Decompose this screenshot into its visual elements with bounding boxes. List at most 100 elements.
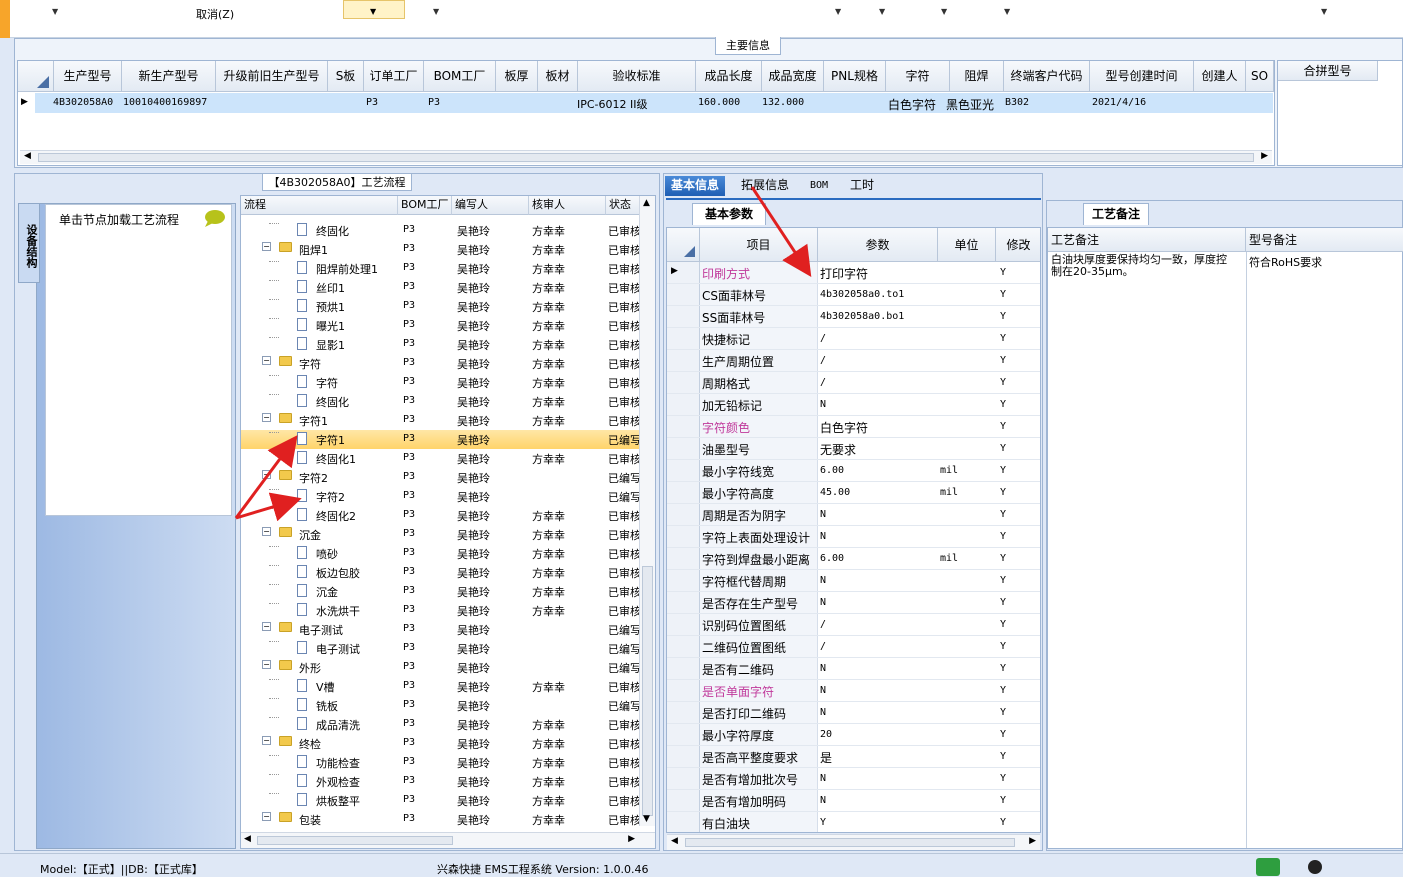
- tab-device-structure[interactable]: 设备结构: [18, 203, 40, 283]
- tree-row[interactable]: − 阻焊1 P3 吴艳玲 方幸幸 已审核: [241, 240, 641, 259]
- param-value[interactable]: 白色字符: [820, 419, 868, 436]
- param-value[interactable]: 打印字符: [820, 265, 868, 282]
- scroll-right-icon[interactable]: ▶: [628, 834, 635, 844]
- tree-row[interactable]: 终固化2 P3 吴艳玲 方幸幸 已审核: [241, 506, 641, 525]
- tree-row[interactable]: 终固化 P3 吴艳玲 方幸幸 已审核: [241, 392, 641, 411]
- param-row[interactable]: 周期格式 / Y: [667, 372, 1040, 394]
- row-header[interactable]: [667, 658, 700, 679]
- tree-row[interactable]: 曝光1 P3 吴艳玲 方幸幸 已审核: [241, 316, 641, 335]
- param-row[interactable]: 最小字符线宽 6.00 mil Y: [667, 460, 1040, 482]
- col-header[interactable]: BOM工厂: [424, 61, 496, 92]
- param-row[interactable]: 周期是否为阴字 N Y: [667, 504, 1040, 526]
- scroll-thumb[interactable]: [642, 566, 653, 816]
- param-value[interactable]: 6.00: [820, 553, 844, 564]
- tab-basic-params[interactable]: 基本参数: [692, 203, 766, 225]
- col-header[interactable]: 流程: [241, 196, 398, 215]
- tree-row[interactable]: 字符1 P3 吴艳玲 已编写: [241, 430, 641, 449]
- row-header[interactable]: [667, 416, 700, 437]
- param-row[interactable]: SS面菲林号 4b302058a0.bo1 Y: [667, 306, 1040, 328]
- tree-row[interactable]: V槽 P3 吴艳玲 方幸幸 已审核: [241, 677, 641, 696]
- col-header[interactable]: 项目: [700, 228, 818, 262]
- process-remark-text[interactable]: 白油块厚度要保持均匀一致，厚度控制在20-35μm。: [1051, 254, 1227, 278]
- model-remark-text[interactable]: 符合RoHS要求: [1249, 254, 1322, 270]
- col-header[interactable]: 创建人: [1194, 61, 1246, 92]
- tree-row[interactable]: 终固化1 P3 吴艳玲 方幸幸 已审核: [241, 449, 641, 468]
- tree-row[interactable]: 字符 P3 吴艳玲 方幸幸 已审核: [241, 373, 641, 392]
- col-header[interactable]: 型号备注: [1246, 228, 1403, 252]
- vertical-scrollbar[interactable]: ▲ ▼: [639, 196, 655, 826]
- col-header[interactable]: S板: [328, 61, 364, 92]
- row-header[interactable]: [667, 768, 700, 789]
- param-value[interactable]: N: [820, 531, 826, 542]
- col-header[interactable]: PNL规格: [824, 61, 886, 92]
- cancel-menu-item[interactable]: 取消(Z): [196, 6, 234, 22]
- param-value[interactable]: N: [820, 773, 826, 784]
- tree-row[interactable]: − 字符1 P3 吴艳玲 方幸幸 已审核: [241, 411, 641, 430]
- param-value[interactable]: 是: [820, 749, 832, 766]
- collapse-icon[interactable]: −: [262, 356, 271, 365]
- param-value[interactable]: N: [820, 509, 826, 520]
- row-header[interactable]: [667, 372, 700, 393]
- param-value[interactable]: /: [820, 377, 826, 388]
- scroll-up-icon[interactable]: ▲: [643, 198, 650, 208]
- row-header[interactable]: [667, 350, 700, 371]
- col-header[interactable]: 状态: [606, 196, 641, 215]
- row-header[interactable]: [667, 614, 700, 635]
- tab-work-hours[interactable]: 工时: [844, 176, 880, 196]
- col-header[interactable]: SO: [1246, 61, 1274, 92]
- dropdown-button[interactable]: ▼: [343, 0, 405, 19]
- param-row[interactable]: 生产周期位置 / Y: [667, 350, 1040, 372]
- tree-row[interactable]: − 包装 P3 吴艳玲 方幸幸 已审核: [241, 810, 641, 829]
- tray-circle-icon[interactable]: [1308, 860, 1322, 874]
- tree-row[interactable]: 喷砂 P3 吴艳玲 方幸幸 已审核: [241, 544, 641, 563]
- param-value[interactable]: N: [820, 399, 826, 410]
- tree-row[interactable]: 沉金 P3 吴艳玲 方幸幸 已审核: [241, 582, 641, 601]
- chevron-down-icon[interactable]: ▼: [1004, 7, 1010, 16]
- param-value[interactable]: 4b302058a0.to1: [820, 289, 904, 300]
- param-value[interactable]: 无要求: [820, 441, 856, 458]
- col-header[interactable]: 生产型号: [54, 61, 122, 92]
- tree-row[interactable]: 成品清洗 P3 吴艳玲 方幸幸 已审核: [241, 715, 641, 734]
- collapse-icon[interactable]: −: [262, 622, 271, 631]
- param-value[interactable]: /: [820, 619, 826, 630]
- row-header[interactable]: [667, 592, 700, 613]
- col-header[interactable]: 工艺备注: [1048, 228, 1246, 252]
- tray-app-icon[interactable]: [1256, 858, 1280, 876]
- param-row[interactable]: 字符颜色 白色字符 Y: [667, 416, 1040, 438]
- scroll-down-icon[interactable]: ▼: [643, 814, 650, 824]
- row-header[interactable]: [667, 724, 700, 745]
- scroll-left-icon[interactable]: ◀: [24, 151, 31, 161]
- param-row[interactable]: 是否打印二维码 N Y: [667, 702, 1040, 724]
- param-value[interactable]: /: [820, 355, 826, 366]
- param-row[interactable]: 油墨型号 无要求 Y: [667, 438, 1040, 460]
- row-header[interactable]: ▶: [667, 262, 700, 283]
- param-row[interactable]: 字符框代替周期 N Y: [667, 570, 1040, 592]
- param-row[interactable]: 快捷标记 / Y: [667, 328, 1040, 350]
- param-row[interactable]: 是否高平整度要求 是 Y: [667, 746, 1040, 768]
- col-header[interactable]: 终端客户代码: [1004, 61, 1090, 92]
- row-header[interactable]: [667, 570, 700, 591]
- param-value[interactable]: N: [820, 663, 826, 674]
- param-row[interactable]: 字符上表面处理设计 N Y: [667, 526, 1040, 548]
- tree-row[interactable]: − 外形 P3 吴艳玲 已编写: [241, 658, 641, 677]
- row-header[interactable]: [667, 746, 700, 767]
- param-value[interactable]: 20: [820, 729, 832, 740]
- row-header[interactable]: [667, 812, 700, 832]
- row-header[interactable]: [667, 790, 700, 811]
- param-row[interactable]: 是否有二维码 N Y: [667, 658, 1040, 680]
- collapse-icon[interactable]: −: [262, 470, 271, 479]
- scroll-left-icon[interactable]: ◀: [244, 834, 251, 844]
- col-header[interactable]: 编写人: [452, 196, 529, 215]
- tree-row[interactable]: 阻焊前处理1 P3 吴艳玲 方幸幸 已审核: [241, 259, 641, 278]
- collapse-icon[interactable]: −: [262, 242, 271, 251]
- tree-row[interactable]: 显影1 P3 吴艳玲 方幸幸 已审核: [241, 335, 641, 354]
- col-header[interactable]: 新生产型号: [122, 61, 216, 92]
- param-row[interactable]: 是否有增加批次号 N Y: [667, 768, 1040, 790]
- col-header[interactable]: 升级前旧生产型号: [216, 61, 328, 92]
- row-header[interactable]: [667, 636, 700, 657]
- horizontal-scrollbar[interactable]: ◀ ▶: [20, 150, 1272, 164]
- scroll-left-icon[interactable]: ◀: [671, 836, 678, 846]
- param-value[interactable]: 6.00: [820, 465, 844, 476]
- col-header[interactable]: 字符: [886, 61, 950, 92]
- col-header[interactable]: 成品宽度: [762, 61, 824, 92]
